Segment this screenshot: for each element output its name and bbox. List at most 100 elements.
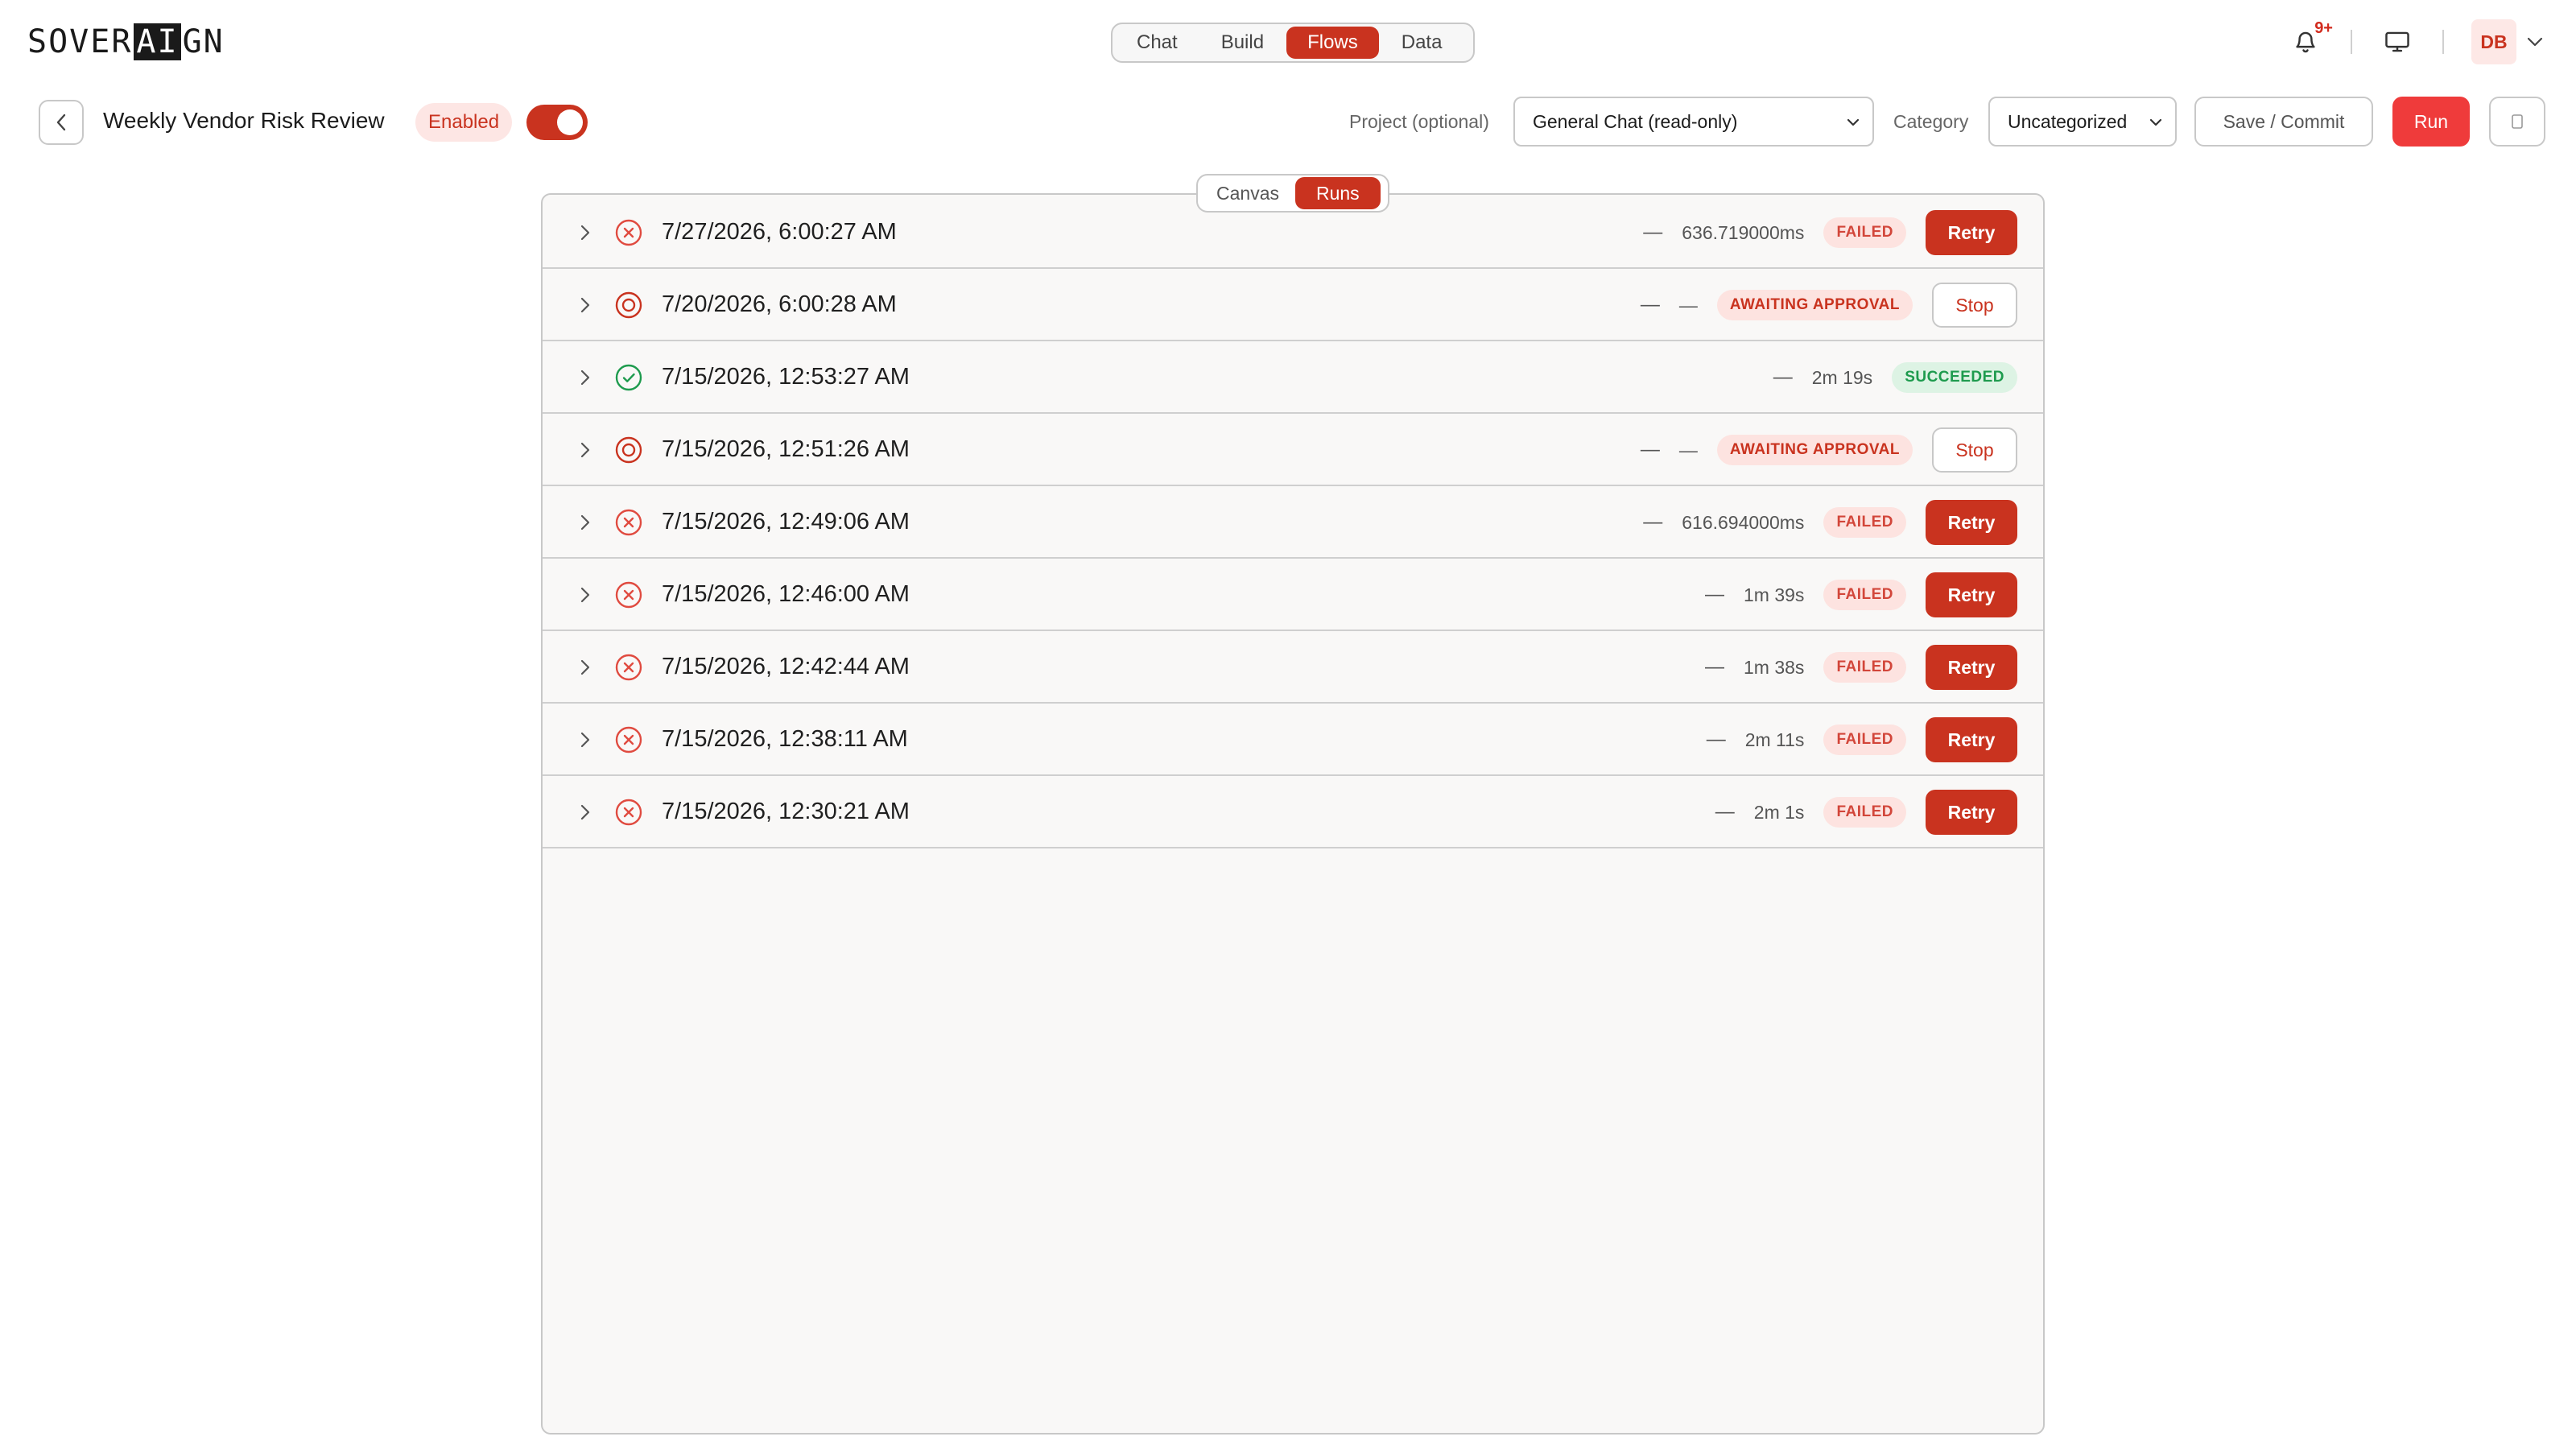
run-meta: — 2m 1s FAILED Retry (1715, 776, 2017, 848)
flow-toolbar: Weekly Vendor Risk Review Enabled Projec… (0, 95, 2576, 148)
run-row[interactable]: 7/15/2026, 12:42:44 AM — 1m 38s FAILED R… (543, 631, 2043, 704)
run-timestamp: 7/15/2026, 12:46:00 AM (662, 581, 910, 607)
chevron-right-icon[interactable] (573, 293, 597, 317)
run-row[interactable]: 7/15/2026, 12:49:06 AM — 616.694000ms FA… (543, 486, 2043, 559)
project-label: Project (optional) (1349, 111, 1489, 132)
chevron-down-icon (2149, 118, 2162, 126)
nav-tab-chat[interactable]: Chat (1116, 27, 1199, 59)
failed-x-circle-icon (615, 726, 642, 753)
status-icon (613, 652, 644, 683)
category-label: Category (1893, 111, 1969, 132)
nav-tab-data[interactable]: Data (1381, 27, 1463, 59)
header-divider (2351, 30, 2352, 54)
status-icon (613, 435, 644, 465)
chevron-right-icon[interactable] (573, 728, 597, 752)
run-separator-dash: — (1640, 294, 1660, 316)
enabled-toggle[interactable] (526, 105, 588, 140)
save-commit-button[interactable]: Save / Commit (2194, 97, 2373, 147)
run-timestamp: 7/15/2026, 12:49:06 AM (662, 509, 910, 535)
run-meta: — 636.719000ms FAILED Retry (1643, 196, 2017, 269)
run-separator-dash: — (1705, 584, 1724, 605)
run-row[interactable]: 7/15/2026, 12:46:00 AM — 1m 39s FAILED R… (543, 559, 2043, 631)
retry-button[interactable]: Retry (1926, 645, 2017, 690)
retry-button[interactable]: Retry (1926, 790, 2017, 835)
run-separator-dash: — (1773, 366, 1793, 388)
run-row[interactable]: 7/15/2026, 12:38:11 AM — 2m 11s FAILED R… (543, 704, 2043, 776)
status-icon (613, 580, 644, 610)
retry-button[interactable]: Retry (1926, 500, 2017, 545)
run-timestamp: 7/27/2026, 6:00:27 AM (662, 219, 897, 245)
run-meta: — 616.694000ms FAILED Retry (1643, 486, 2017, 559)
run-row[interactable]: 7/20/2026, 6:00:28 AM — — AWAITING APPRO… (543, 269, 2043, 341)
chevron-right-icon[interactable] (573, 800, 597, 824)
toggle-knob (557, 109, 583, 135)
header-divider (2442, 30, 2444, 54)
retry-button[interactable]: Retry (1926, 210, 2017, 255)
runs-list-panel: 7/27/2026, 6:00:27 AM — 636.719000ms FAI… (541, 193, 2045, 1435)
run-meta: — — AWAITING APPROVAL Stop (1641, 414, 2017, 486)
stop-button[interactable]: Stop (1932, 283, 2017, 328)
success-check-circle-icon (615, 364, 642, 391)
brand-logo[interactable]: SOVER AI GN (27, 23, 225, 61)
run-row[interactable]: 7/15/2026, 12:51:26 AM — — AWAITING APPR… (543, 414, 2043, 486)
chevron-down-icon (1847, 118, 1860, 126)
chevron-right-icon[interactable] (573, 583, 597, 607)
chevron-right-icon[interactable] (573, 655, 597, 679)
awaiting-stop-circle-icon (615, 436, 642, 464)
run-duration: 2m 1s (1753, 801, 1805, 823)
notifications-button[interactable]: 9+ (2288, 19, 2333, 60)
run-status-badge: FAILED (1823, 724, 1906, 755)
back-button[interactable] (39, 100, 84, 145)
header-actions: 9+ DB (2288, 18, 2547, 66)
category-select[interactable]: Uncategorized (1988, 97, 2177, 147)
run-row[interactable]: 7/15/2026, 12:30:21 AM — 2m 1s FAILED Re… (543, 776, 2043, 848)
chevron-right-icon[interactable] (573, 221, 597, 245)
run-timestamp: 7/15/2026, 12:30:21 AM (662, 799, 910, 824)
tab-runs[interactable]: Runs (1294, 177, 1381, 209)
chevron-left-icon (56, 114, 66, 131)
retry-button[interactable]: Retry (1926, 717, 2017, 762)
flow-status-badge: Enabled (415, 103, 513, 142)
chevron-right-icon[interactable] (573, 438, 597, 462)
run-timestamp: 7/15/2026, 12:38:11 AM (662, 726, 908, 752)
run-duration: — (1678, 294, 1698, 316)
run-timestamp: 7/15/2026, 12:53:27 AM (662, 364, 910, 390)
run-status-badge: AWAITING APPROVAL (1716, 435, 1913, 465)
nav-tab-flows[interactable]: Flows (1286, 27, 1379, 59)
status-icon (613, 217, 644, 248)
run-meta: — 1m 38s FAILED Retry (1705, 631, 2017, 704)
run-timestamp: 7/20/2026, 6:00:28 AM (662, 291, 897, 317)
run-status-badge: SUCCEEDED (1892, 362, 2017, 393)
tab-canvas[interactable]: Canvas (1200, 177, 1295, 209)
run-separator-dash: — (1715, 801, 1735, 823)
retry-button[interactable]: Retry (1926, 572, 2017, 617)
run-button[interactable]: Run (2392, 97, 2470, 147)
nav-tab-build[interactable]: Build (1200, 27, 1285, 59)
run-status-badge: FAILED (1823, 507, 1906, 538)
run-meta: — 2m 19s SUCCEEDED (1773, 341, 2017, 414)
project-select-value: General Chat (read-only) (1533, 110, 1738, 132)
project-select[interactable]: General Chat (read-only) (1513, 97, 1874, 147)
run-timestamp: 7/15/2026, 12:42:44 AM (662, 654, 910, 679)
panel-icon (2512, 114, 2523, 129)
run-duration: 1m 38s (1744, 656, 1805, 678)
flow-title: Weekly Vendor Risk Review (103, 108, 385, 133)
failed-x-circle-icon (615, 219, 642, 246)
run-separator-dash: — (1643, 221, 1663, 243)
more-options-button[interactable] (2489, 97, 2545, 147)
user-menu-toggle[interactable] (2523, 24, 2547, 60)
run-timestamp: 7/15/2026, 12:51:26 AM (662, 436, 910, 462)
run-duration: 2m 19s (1811, 366, 1873, 388)
status-icon (613, 724, 644, 755)
logo-text-end: GN (182, 23, 225, 60)
awaiting-stop-circle-icon (615, 291, 642, 319)
chevron-right-icon[interactable] (573, 365, 597, 390)
chevron-right-icon[interactable] (573, 510, 597, 535)
user-avatar[interactable]: DB (2471, 19, 2516, 64)
run-separator-dash: — (1643, 511, 1663, 533)
logo-text-start: SOVER (27, 23, 133, 60)
display-button[interactable] (2380, 24, 2415, 60)
run-row[interactable]: 7/15/2026, 12:53:27 AM — 2m 19s SUCCEEDE… (543, 341, 2043, 414)
stop-button[interactable]: Stop (1932, 427, 2017, 473)
run-duration: 636.719000ms (1682, 221, 1805, 243)
